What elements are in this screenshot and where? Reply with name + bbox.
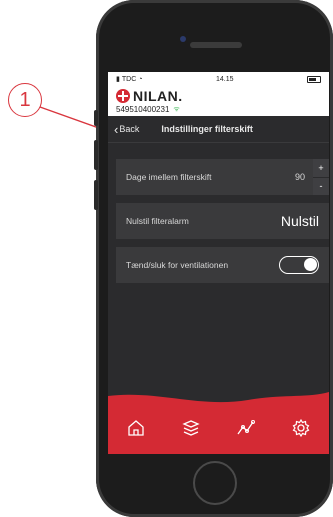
status-bar: ▮ TDC ◔ 14.15 [108, 72, 329, 86]
filter-days-value: 90 [294, 172, 305, 182]
device-serial-row: 549510400231 ᯤ [116, 105, 329, 114]
ventilation-toggle[interactable] [279, 256, 319, 274]
filter-days-row: Dage imellem filterskift 90 + - [116, 159, 329, 195]
home-icon[interactable] [126, 418, 146, 438]
increment-button[interactable]: + [313, 159, 329, 177]
logo: NILAN. [116, 88, 329, 104]
back-label: Back [119, 124, 140, 134]
signal-icon: ▮ [116, 76, 120, 83]
status-left: ▮ TDC ◔ [116, 75, 143, 84]
carrier-label: TDC [121, 75, 137, 83]
ventilation-toggle-label: Tænd/sluk for ventilationen [126, 260, 229, 270]
ventilation-toggle-row: Tænd/sluk for ventilationen [116, 247, 329, 283]
status-time: 14.15 [215, 75, 234, 83]
chevron-left-icon: ‹ [114, 121, 119, 137]
navigation-bar: ‹ Back Indstillinger filterskift [108, 116, 329, 143]
reset-button[interactable]: Nulstil [281, 213, 319, 229]
callout-number: 1 [19, 88, 31, 111]
app-screen: ▮ TDC ◔ 14.15 NILAN. 549510400231 ᯤ ‹ Ba… [108, 72, 329, 454]
volume-up-button [94, 140, 98, 170]
toggle-knob [304, 258, 317, 271]
battery-icon [306, 75, 321, 83]
mute-switch [94, 110, 98, 126]
settings-list: Dage imellem filterskift 90 + - Nulstil … [108, 143, 329, 283]
bottom-tab-bar [108, 402, 329, 454]
page-title: Indstillinger filterskift [161, 124, 253, 134]
phone-frame: ▮ TDC ◔ 14.15 NILAN. 549510400231 ᯤ ‹ Ba… [94, 0, 333, 517]
filter-days-stepper: + - [313, 159, 329, 195]
device-serial: 549510400231 [116, 105, 170, 114]
graph-icon[interactable] [236, 418, 256, 438]
connection-wifi-icon: ᯤ [173, 106, 180, 113]
reset-filter-alarm-row: Nulstil filteralarm Nulstil [116, 203, 329, 239]
reset-filter-alarm-label: Nulstil filteralarm [126, 216, 189, 226]
wifi-status-icon: ◔ [138, 75, 143, 83]
logo-text: NILAN. [133, 88, 183, 104]
back-button[interactable]: ‹ Back [114, 121, 140, 137]
brand-header: NILAN. 549510400231 ᯤ [108, 86, 329, 116]
nilan-logo-icon [116, 89, 130, 103]
decrement-button[interactable]: - [313, 176, 329, 195]
gear-icon[interactable] [291, 418, 311, 438]
filter-days-label: Dage imellem filterskift [126, 172, 212, 182]
layers-icon[interactable] [181, 418, 201, 438]
hardware-home-button[interactable] [193, 461, 237, 505]
callout-number-badge: 1 [8, 83, 42, 117]
volume-down-button [94, 180, 98, 210]
front-camera [180, 36, 186, 42]
earpiece-speaker [190, 42, 242, 48]
